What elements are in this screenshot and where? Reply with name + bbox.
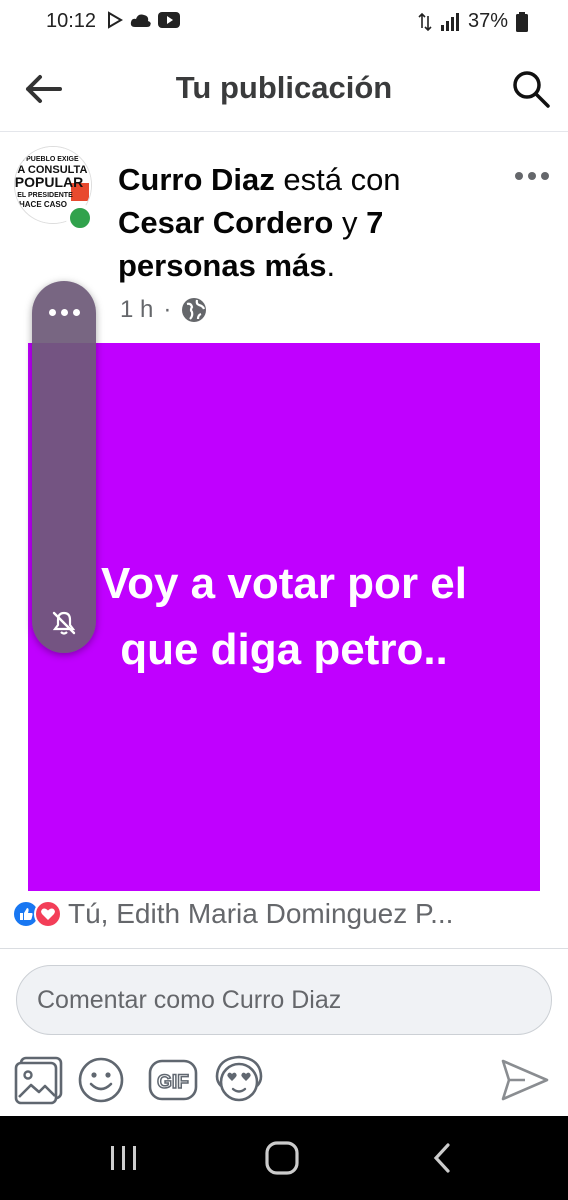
- status-time: 10:12: [46, 10, 97, 32]
- post-text: Voy a votar por el que diga petro..: [101, 559, 467, 674]
- avatar-sticker-button[interactable]: [212, 1050, 266, 1110]
- status-bar: 10:12 37%: [0, 0, 568, 44]
- battery-percent: 37%: [467, 10, 508, 32]
- search-button[interactable]: [508, 66, 554, 112]
- nav-back-button[interactable]: [412, 1136, 472, 1180]
- comment-placeholder: Comentar como Curro Diaz: [37, 985, 342, 1014]
- page-title: Tu publicación: [175, 70, 393, 105]
- reaction-icons: [12, 900, 62, 928]
- recents-button[interactable]: [94, 1136, 154, 1180]
- emoji-button[interactable]: [74, 1050, 128, 1110]
- play-store-icon: [108, 11, 123, 29]
- online-status-indicator: [66, 204, 94, 232]
- globe-icon[interactable]: [181, 297, 207, 323]
- back-icon: [433, 1143, 450, 1173]
- search-icon: [513, 71, 550, 108]
- app-header: Tu publicación: [0, 44, 568, 132]
- svg-text:EL PRESIDENTE: EL PRESIDENTE: [17, 192, 73, 199]
- battery-icon: [516, 11, 528, 32]
- floating-panel[interactable]: [32, 281, 96, 653]
- youtube-icon: [158, 12, 180, 28]
- status-right: 37%: [418, 10, 528, 33]
- post-content-background[interactable]: Voy a votar por el que diga petro..: [28, 343, 540, 891]
- floating-panel-menu-icon[interactable]: [32, 309, 96, 316]
- photo-button[interactable]: [12, 1050, 66, 1110]
- svg-text:GIF: GIF: [157, 1072, 189, 1093]
- reactions-text: Tú, Edith Maria Dominguez P...: [68, 898, 454, 929]
- home-icon: [265, 1141, 299, 1175]
- send-button[interactable]: [498, 1050, 552, 1110]
- photo-icon: [14, 1056, 63, 1105]
- svg-text:EL PUEBLO EXIGE: EL PUEBLO EXIGE: [15, 156, 79, 163]
- home-button[interactable]: [252, 1136, 312, 1180]
- svg-text:HACE CASO: HACE CASO: [19, 200, 67, 209]
- post-options-button[interactable]: [512, 166, 552, 186]
- status-notification-icons: [106, 11, 180, 29]
- post-time[interactable]: 1 h: [120, 296, 153, 324]
- system-navigation-bar: [0, 1116, 568, 1200]
- signal-icon: [440, 12, 459, 31]
- data-arrows-icon: [418, 12, 432, 31]
- svg-text:POPULAR: POPULAR: [15, 174, 83, 190]
- post-meta: 1 h ·: [120, 296, 207, 324]
- gif-icon: GIF: [148, 1059, 198, 1101]
- mute-button[interactable]: [46, 605, 82, 641]
- meta-separator: ·: [163, 296, 172, 323]
- tagged-person[interactable]: Cesar Cordero: [118, 205, 333, 240]
- comment-input[interactable]: Comentar como Curro Diaz: [16, 965, 552, 1035]
- mute-icon: [52, 611, 76, 635]
- avatar-sticker-icon: [215, 1055, 263, 1102]
- recents-icon: [111, 1146, 136, 1170]
- emoji-icon: [78, 1057, 124, 1103]
- cloud-icon: [130, 14, 151, 27]
- reactions-summary[interactable]: Tú, Edith Maria Dominguez P...: [12, 898, 562, 930]
- gif-button[interactable]: GIF: [146, 1050, 200, 1110]
- post-header-text: Curro Diaz está con Cesar Cordero y 7 pe…: [118, 162, 401, 283]
- author-name[interactable]: Curro Diaz: [118, 162, 275, 197]
- comment-toolbar: GIF: [0, 1050, 568, 1110]
- divider: [0, 948, 568, 949]
- send-icon: [501, 1059, 549, 1101]
- love-reaction-icon: [34, 900, 62, 928]
